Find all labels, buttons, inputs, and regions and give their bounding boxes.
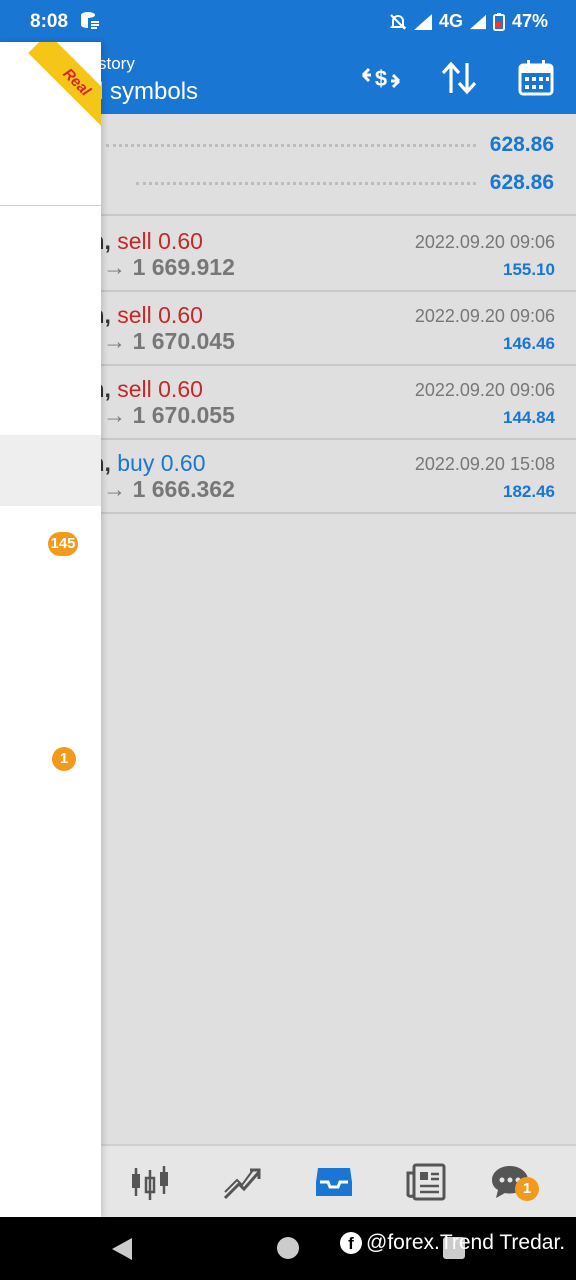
facebook-icon: f — [340, 1232, 362, 1254]
back-icon[interactable] — [110, 1237, 134, 1261]
drawer-badge: 145 — [48, 532, 78, 556]
deal-prices: 9 → 1 670.055 — [84, 402, 235, 428]
calendar-button[interactable] — [515, 58, 557, 98]
deal-date: 2022.09.20 15:08 — [414, 454, 555, 474]
inbox-tray-icon — [316, 1168, 352, 1196]
watermark: f @forex.Trend Tredar. — [340, 1231, 565, 1255]
dollar-exchange-icon: $ — [361, 66, 401, 91]
summary-value: 628.86 — [489, 133, 554, 156]
sort-button[interactable] — [438, 58, 480, 98]
deal-type: sell — [117, 228, 152, 254]
drawer-badge: 1 — [52, 747, 76, 771]
deal-volume: 0.60 — [158, 376, 203, 402]
dotted-leader — [105, 143, 476, 147]
status-time: 8:08 — [30, 11, 69, 32]
dotted-leader — [135, 181, 476, 185]
deal-type: buy — [117, 450, 155, 476]
deal-header: m, sell 0.60 — [84, 376, 203, 403]
deal-volume: 0.60 — [158, 302, 203, 328]
status-icons: 4G 47% — [389, 11, 548, 32]
svg-text:$: $ — [375, 66, 387, 91]
mute-bell-icon — [389, 13, 407, 30]
deal-date: 2022.09.20 09:06 — [414, 232, 555, 252]
account-type-ribbon: Real — [28, 42, 101, 131]
candlestick-icon — [132, 1166, 168, 1200]
deal-volume: 0.60 — [160, 450, 206, 476]
app-bar-title[interactable]: l symbols — [98, 78, 198, 106]
ribbon-label: Real — [59, 64, 95, 100]
deal-header: m, buy 0.60 — [84, 450, 205, 477]
deal-date: 2022.09.20 09:06 — [414, 380, 555, 400]
deal-prices: 1 → 1 666.362 — [84, 476, 235, 502]
deal-profit: 146.46 — [503, 334, 555, 353]
signal-icon — [469, 14, 486, 29]
status-bar: 8:08 4G 47% — [0, 0, 576, 42]
chat-badge: 1 — [515, 1177, 539, 1201]
network-type: 4G — [438, 11, 463, 31]
tab-trade[interactable] — [218, 1158, 266, 1206]
tab-history[interactable] — [310, 1158, 358, 1206]
summary-value: 628.86 — [489, 171, 554, 194]
deal-profit: 155.10 — [503, 260, 555, 279]
watermark-text: @forex.Trend Tredar. — [366, 1231, 566, 1254]
signal-icon — [413, 13, 432, 30]
deal-profit: 182.46 — [503, 482, 555, 501]
calendar-icon — [518, 60, 554, 96]
summary-row: 628.86 — [105, 130, 554, 160]
home-icon[interactable] — [277, 1237, 299, 1259]
deposit-filter-button[interactable]: $ — [360, 58, 402, 98]
battery-percent: 47% — [511, 11, 548, 31]
deal-date: 2022.09.20 09:06 — [414, 306, 555, 326]
deal-prices: 6 → 1 670.045 — [84, 328, 235, 354]
deal-volume: 0.60 — [158, 228, 203, 254]
database-sync-icon — [81, 12, 99, 29]
tab-news[interactable] — [402, 1158, 450, 1206]
tab-quotes[interactable] — [126, 1158, 174, 1206]
deal-type: sell — [117, 302, 152, 328]
deal-profit: 144.84 — [503, 408, 555, 427]
drawer-item-selected[interactable] — [0, 435, 101, 506]
trend-chart-icon — [223, 1168, 261, 1200]
battery-icon — [492, 12, 505, 31]
sort-arrows-icon — [441, 61, 477, 95]
deal-header: m, sell 0.60 — [84, 302, 203, 329]
app-bar-subtitle: story — [98, 54, 135, 73]
deal-type: sell — [117, 376, 152, 402]
summary-row: 628.86 — [135, 168, 554, 198]
deal-prices: 7 → 1 669.912 — [84, 254, 235, 280]
newspaper-icon — [406, 1163, 446, 1201]
drawer-divider — [0, 205, 101, 206]
navigation-drawer: Real 145 1 — [0, 42, 101, 1217]
deal-header: m, sell 0.60 — [84, 228, 203, 255]
